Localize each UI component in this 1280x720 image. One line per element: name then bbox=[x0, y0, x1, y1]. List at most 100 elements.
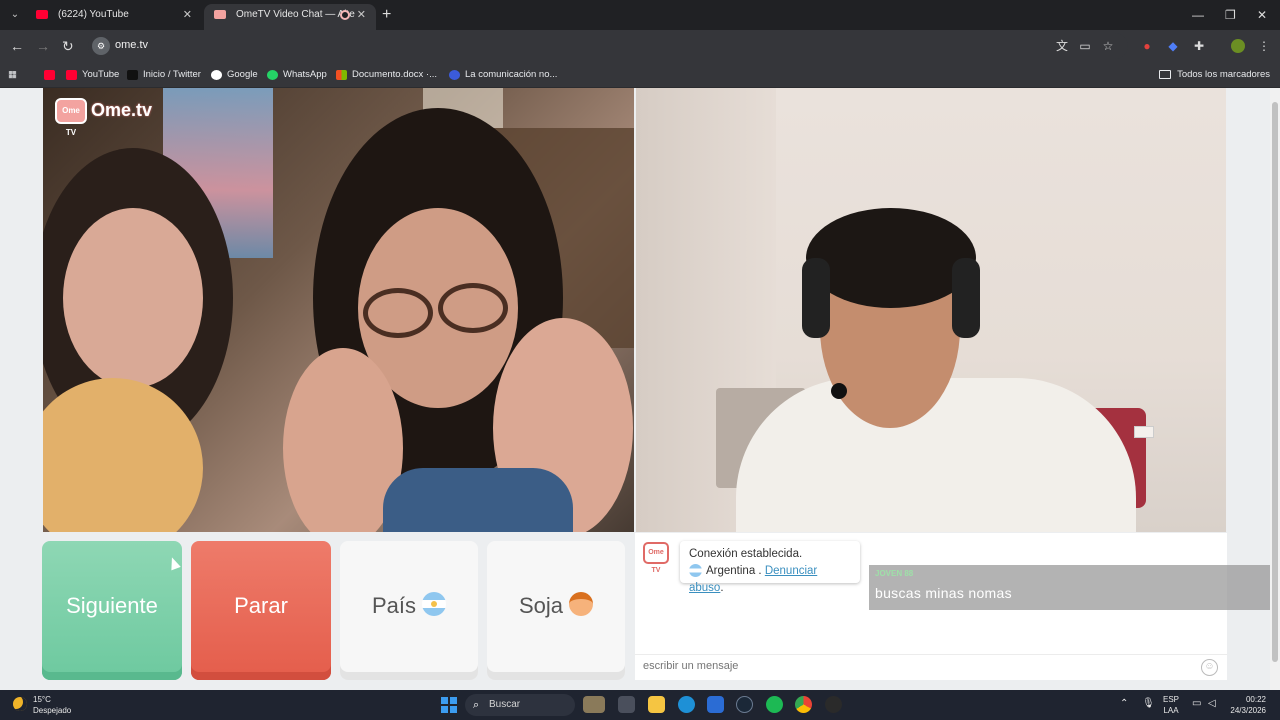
tab-title: OmeTV Video Chat — Alte bbox=[236, 9, 355, 20]
office-icon bbox=[336, 70, 347, 80]
bookmark-youtube[interactable]: YouTube bbox=[66, 68, 119, 82]
argentina-flag-icon bbox=[689, 564, 702, 578]
youtube-icon bbox=[44, 70, 55, 80]
stranger-country: Argentina bbox=[706, 565, 756, 577]
profile-avatar-icon[interactable] bbox=[1231, 39, 1245, 53]
microphone-icon[interactable]: 🎙 bbox=[1142, 698, 1155, 709]
glasses bbox=[363, 288, 433, 338]
edge-icon[interactable] bbox=[678, 696, 695, 713]
whatsapp-icon bbox=[267, 70, 278, 80]
taskbar-search[interactable]: ⌕ Buscar bbox=[465, 694, 575, 716]
extension-icon[interactable]: ◆ bbox=[1166, 39, 1180, 53]
person-face bbox=[63, 208, 203, 388]
google-icon bbox=[211, 70, 222, 80]
stranger-video: Ome TV Ome.tv bbox=[43, 88, 634, 532]
country-button[interactable]: País bbox=[340, 541, 478, 680]
extension-icon[interactable]: ● bbox=[1140, 39, 1154, 53]
bookmark-documento[interactable]: Documento.docx ·... bbox=[336, 68, 437, 82]
weather-widget[interactable]: 15°C Despejado bbox=[33, 694, 71, 716]
spotify-icon[interactable] bbox=[766, 696, 783, 713]
x-icon bbox=[127, 70, 138, 80]
headphone-right bbox=[952, 258, 980, 338]
address-bar[interactable]: ⚙ ome.tv bbox=[88, 33, 1128, 59]
minimize-icon[interactable]: — bbox=[1192, 4, 1204, 26]
tab-youtube[interactable]: (6224) YouTube ✕ bbox=[26, 4, 202, 30]
apps-grid-icon[interactable]: ▦ bbox=[8, 68, 17, 82]
task-view-icon[interactable] bbox=[618, 696, 635, 713]
bookmark-comunicacion[interactable]: La comunicación no... bbox=[449, 68, 557, 82]
windows-taskbar: 15°C Despejado ⌕ Buscar ⌃ 🎙 ESP LAA ▭ ◁ … bbox=[0, 690, 1280, 720]
language-indicator[interactable]: ESP LAA bbox=[1163, 694, 1179, 716]
search-highlight-icon[interactable] bbox=[583, 696, 605, 713]
bookmark-star-icon[interactable]: ☆ bbox=[1101, 39, 1115, 53]
bookmarks-bar: ▦ YouTube Inicio / Twitter Google WhatsA… bbox=[0, 62, 1280, 88]
moon-weather-icon[interactable] bbox=[13, 697, 27, 711]
new-tab-button[interactable]: + bbox=[382, 4, 391, 26]
maximize-icon[interactable]: ❐ bbox=[1225, 4, 1236, 26]
chat-input-bar: ☺ bbox=[635, 654, 1227, 680]
microphone bbox=[831, 383, 847, 399]
stranger-country-line: Argentina . Denunciar abuso. bbox=[689, 564, 818, 594]
next-button[interactable]: Siguiente bbox=[42, 541, 182, 680]
scrollbar-thumb[interactable] bbox=[1272, 102, 1278, 662]
self-video bbox=[636, 88, 1226, 532]
chrome-icon[interactable] bbox=[795, 696, 812, 713]
all-bookmarks[interactable]: Todos los marcadores bbox=[1159, 68, 1270, 82]
network-icon[interactable]: ▭ bbox=[1192, 698, 1201, 709]
caption-overlay: JOVEN 88 buscas minas nomas bbox=[869, 565, 1270, 610]
caption-text: buscas minas nomas bbox=[875, 585, 1012, 601]
tab-ometv[interactable]: OmeTV Video Chat — Alte ✕ bbox=[204, 4, 376, 30]
site-info-icon[interactable]: ⚙ bbox=[92, 37, 110, 55]
tab-title: (6224) YouTube bbox=[58, 9, 129, 20]
close-icon[interactable]: ✕ bbox=[183, 4, 192, 26]
store-icon[interactable] bbox=[707, 696, 724, 713]
back-icon[interactable]: ← bbox=[10, 38, 24, 54]
extensions-puzzle-icon[interactable]: ✚ bbox=[1192, 39, 1206, 53]
ometv-icon bbox=[214, 10, 226, 19]
search-icon: ⌕ bbox=[473, 699, 480, 711]
cast-icon[interactable]: ▭ bbox=[1078, 39, 1092, 53]
app-icon[interactable] bbox=[825, 696, 842, 713]
emoji-picker-icon[interactable]: ☺ bbox=[1201, 659, 1218, 676]
headphone-left bbox=[802, 258, 830, 338]
bookmark-whatsapp[interactable]: WhatsApp bbox=[267, 68, 327, 82]
ometv-logo-text: Ome.tv bbox=[91, 100, 153, 120]
connection-status: Conexión establecida. bbox=[689, 548, 803, 560]
ometv-chat-logo: Ome TV bbox=[643, 542, 669, 574]
url-text: ome.tv bbox=[115, 39, 149, 51]
caption-speaker: JOVEN 88 bbox=[875, 569, 914, 578]
system-message: Conexión establecida. Argentina . Denunc… bbox=[680, 541, 860, 594]
glasses bbox=[438, 283, 508, 333]
person-hair bbox=[806, 208, 976, 308]
windows-start-icon[interactable] bbox=[441, 697, 457, 713]
ometv-logo-badge: Ome TV bbox=[55, 98, 87, 137]
menu-kebab-icon[interactable]: ⋮ bbox=[1257, 39, 1271, 53]
reload-icon[interactable]: ↻ bbox=[62, 38, 74, 54]
stop-button[interactable]: Parar bbox=[191, 541, 331, 680]
gender-button[interactable]: Soja bbox=[487, 541, 625, 680]
recording-icon bbox=[340, 10, 350, 20]
youtube-icon bbox=[36, 10, 48, 19]
system-clock[interactable]: 00:22 24/3/2026 bbox=[1230, 694, 1266, 716]
file-explorer-icon[interactable] bbox=[648, 696, 665, 713]
message-input[interactable] bbox=[643, 660, 1183, 672]
window-close-icon[interactable]: ✕ bbox=[1257, 4, 1267, 26]
youtube-icon bbox=[66, 70, 77, 80]
argentina-flag-icon bbox=[422, 592, 447, 617]
wordpress-icon bbox=[449, 70, 460, 80]
tab-strip: ⌄ (6224) YouTube ✕ OmeTV Video Chat — Al… bbox=[0, 0, 1280, 30]
wall-outlet bbox=[1134, 426, 1154, 438]
scrollbar[interactable] bbox=[1270, 88, 1280, 690]
close-icon[interactable]: ✕ bbox=[357, 4, 366, 26]
folder-icon bbox=[1159, 70, 1172, 79]
bookmark-twitter[interactable]: Inicio / Twitter bbox=[127, 68, 201, 82]
forward-icon[interactable]: → bbox=[36, 38, 50, 54]
steam-icon[interactable] bbox=[736, 696, 753, 713]
bookmark-google[interactable]: Google bbox=[211, 68, 258, 82]
boy-emoji-icon bbox=[569, 592, 594, 617]
translate-icon[interactable]: 文 bbox=[1055, 39, 1069, 53]
browser-toolbar: ← → ↻ ⚙ ome.tv 文 ▭ ☆ ● ◆ ✚ ⋮ bbox=[0, 30, 1280, 62]
tray-chevron-icon[interactable]: ⌃ bbox=[1120, 698, 1128, 709]
tab-search-icon[interactable]: ⌄ bbox=[6, 6, 24, 24]
volume-icon[interactable]: ◁ bbox=[1208, 698, 1216, 709]
